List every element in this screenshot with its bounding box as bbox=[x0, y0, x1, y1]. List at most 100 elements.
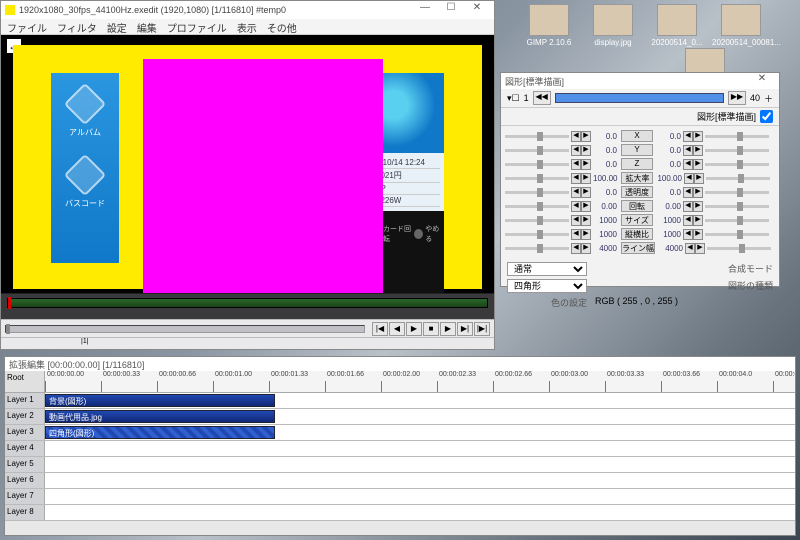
dec-button[interactable]: ◀ bbox=[571, 159, 581, 170]
inc-button[interactable]: ▶ bbox=[581, 187, 591, 198]
timeline-ruler[interactable]: 00:00:00.0000:00:00.3300:00:00.6600:00:0… bbox=[45, 371, 795, 392]
small-ruler[interactable]: |1| bbox=[1, 337, 494, 349]
menu-item[interactable]: 編集 bbox=[135, 19, 159, 34]
param-slider-left[interactable] bbox=[505, 191, 569, 194]
dec-button[interactable]: ◀ bbox=[571, 201, 581, 212]
root-label[interactable]: Root bbox=[5, 371, 45, 392]
param-name-button[interactable]: Z bbox=[621, 158, 653, 170]
desktop-icon[interactable]: GIMP 2.10.6 bbox=[520, 4, 578, 47]
skip-end-button[interactable]: ▶| bbox=[457, 322, 473, 336]
param-slider-right[interactable] bbox=[705, 135, 769, 138]
param-slider-right[interactable] bbox=[705, 163, 769, 166]
inc-button[interactable]: ▶ bbox=[693, 131, 703, 142]
menu-item[interactable]: ファイル bbox=[5, 19, 49, 34]
param-slider-left[interactable] bbox=[505, 163, 569, 166]
inc-button[interactable]: ▶ bbox=[693, 229, 703, 240]
param-slider-right[interactable] bbox=[705, 191, 769, 194]
param-name-button[interactable]: Y bbox=[621, 144, 653, 156]
layer-label[interactable]: Layer 1 bbox=[5, 393, 45, 408]
inc-button[interactable]: ▶ bbox=[693, 215, 703, 226]
prop-enable-checkbox[interactable] bbox=[760, 110, 773, 123]
menu-item[interactable]: プロファイル bbox=[165, 19, 229, 34]
inc-button[interactable]: ▶ bbox=[694, 173, 704, 184]
param-slider-right[interactable] bbox=[707, 247, 771, 250]
desktop-icon[interactable]: 20200514_00081... bbox=[712, 4, 770, 47]
layer-label[interactable]: Layer 2 bbox=[5, 409, 45, 424]
layer-track[interactable] bbox=[45, 489, 795, 504]
desktop-icon[interactable]: 20200514_0... bbox=[648, 4, 706, 47]
timeline-clip[interactable]: 四角形(図形) bbox=[45, 426, 275, 439]
inc-button[interactable]: ▶ bbox=[581, 159, 591, 170]
menu-item[interactable]: フィルタ bbox=[55, 19, 99, 34]
dec-button[interactable]: ◀ bbox=[683, 159, 693, 170]
dec-button[interactable]: ◀ bbox=[571, 215, 581, 226]
stop-button[interactable]: ■ bbox=[423, 322, 439, 336]
timeline-clip[interactable]: 動画代用品.jpg bbox=[45, 410, 275, 423]
inc-button[interactable]: ▶ bbox=[581, 243, 591, 254]
dec-button[interactable]: ◀ bbox=[685, 243, 695, 254]
main-titlebar[interactable]: 1920x1080_30fps_44100Hz.exedit (1920,108… bbox=[1, 1, 494, 19]
dec-button[interactable]: ◀ bbox=[683, 215, 693, 226]
inc-button[interactable]: ▶ bbox=[693, 159, 703, 170]
frame-next-button[interactable]: ▶▶ bbox=[728, 91, 746, 105]
dec-button[interactable]: ◀ bbox=[571, 145, 581, 156]
param-name-button[interactable]: ライン幅 bbox=[621, 242, 655, 254]
layer-track[interactable] bbox=[45, 441, 795, 456]
param-slider-right[interactable] bbox=[705, 205, 769, 208]
menu-item[interactable]: 表示 bbox=[235, 19, 259, 34]
dropdown-icon[interactable]: ▾☐ bbox=[507, 93, 520, 104]
inc-button[interactable]: ▶ bbox=[581, 215, 591, 226]
param-slider-left[interactable] bbox=[505, 149, 569, 152]
dec-button[interactable]: ◀ bbox=[571, 187, 581, 198]
menu-item[interactable]: 設定 bbox=[105, 19, 129, 34]
play-button[interactable]: ▶ bbox=[406, 322, 422, 336]
frame-prev-button[interactable]: ◀◀ bbox=[533, 91, 551, 105]
layer-label[interactable]: Layer 8 bbox=[5, 505, 45, 520]
param-slider-right[interactable] bbox=[705, 233, 769, 236]
dec-button[interactable]: ◀ bbox=[683, 145, 693, 156]
dec-button[interactable]: ◀ bbox=[571, 173, 581, 184]
param-name-button[interactable]: 縦横比 bbox=[621, 228, 653, 240]
param-slider-left[interactable] bbox=[505, 247, 569, 250]
skip-start-button[interactable]: |◀ bbox=[372, 322, 388, 336]
param-name-button[interactable]: サイズ bbox=[621, 214, 653, 226]
minimize-button[interactable]: — bbox=[412, 2, 438, 18]
param-name-button[interactable]: 拡大率 bbox=[621, 172, 653, 184]
inc-button[interactable]: ▶ bbox=[695, 243, 705, 254]
layer-track[interactable]: 背景(図形) bbox=[45, 393, 795, 408]
layer-label[interactable]: Layer 6 bbox=[5, 473, 45, 488]
dec-button[interactable]: ◀ bbox=[683, 229, 693, 240]
param-slider-left[interactable] bbox=[505, 233, 569, 236]
layer-track[interactable] bbox=[45, 505, 795, 520]
inc-button[interactable]: ▶ bbox=[581, 201, 591, 212]
inc-button[interactable]: ▶ bbox=[581, 173, 591, 184]
dec-button[interactable]: ◀ bbox=[571, 229, 581, 240]
dec-button[interactable]: ◀ bbox=[683, 187, 693, 198]
desktop-icon[interactable]: display.jpg bbox=[584, 4, 642, 47]
param-slider-right[interactable] bbox=[706, 177, 770, 180]
param-slider-left[interactable] bbox=[505, 135, 569, 138]
dec-button[interactable]: ◀ bbox=[571, 131, 581, 142]
inc-button[interactable]: ▶ bbox=[693, 201, 703, 212]
close-button[interactable]: ✕ bbox=[464, 2, 490, 18]
dec-button[interactable]: ◀ bbox=[683, 131, 693, 142]
layer-label[interactable]: Layer 3 bbox=[5, 425, 45, 440]
layer-track[interactable] bbox=[45, 473, 795, 488]
param-slider-left[interactable] bbox=[505, 219, 569, 222]
dec-button[interactable]: ◀ bbox=[571, 243, 581, 254]
maximize-button[interactable]: ☐ bbox=[438, 2, 464, 18]
layer-track[interactable]: 四角形(図形) bbox=[45, 425, 795, 440]
loop-button[interactable]: |▶| bbox=[474, 322, 490, 336]
frame-slider[interactable] bbox=[555, 93, 724, 103]
param-name-button[interactable]: 回転 bbox=[621, 200, 653, 212]
layer-track[interactable] bbox=[45, 457, 795, 472]
timeline-clip[interactable]: 背景(図形) bbox=[45, 394, 275, 407]
layer-track[interactable]: 動画代用品.jpg bbox=[45, 409, 795, 424]
param-name-button[interactable]: 透明度 bbox=[621, 186, 653, 198]
seek-bar[interactable] bbox=[1, 293, 494, 319]
dec-button[interactable]: ◀ bbox=[684, 173, 694, 184]
param-slider-right[interactable] bbox=[705, 149, 769, 152]
dec-button[interactable]: ◀ bbox=[683, 201, 693, 212]
inc-button[interactable]: ▶ bbox=[693, 187, 703, 198]
shape-type-select[interactable]: 四角形 bbox=[507, 279, 587, 293]
